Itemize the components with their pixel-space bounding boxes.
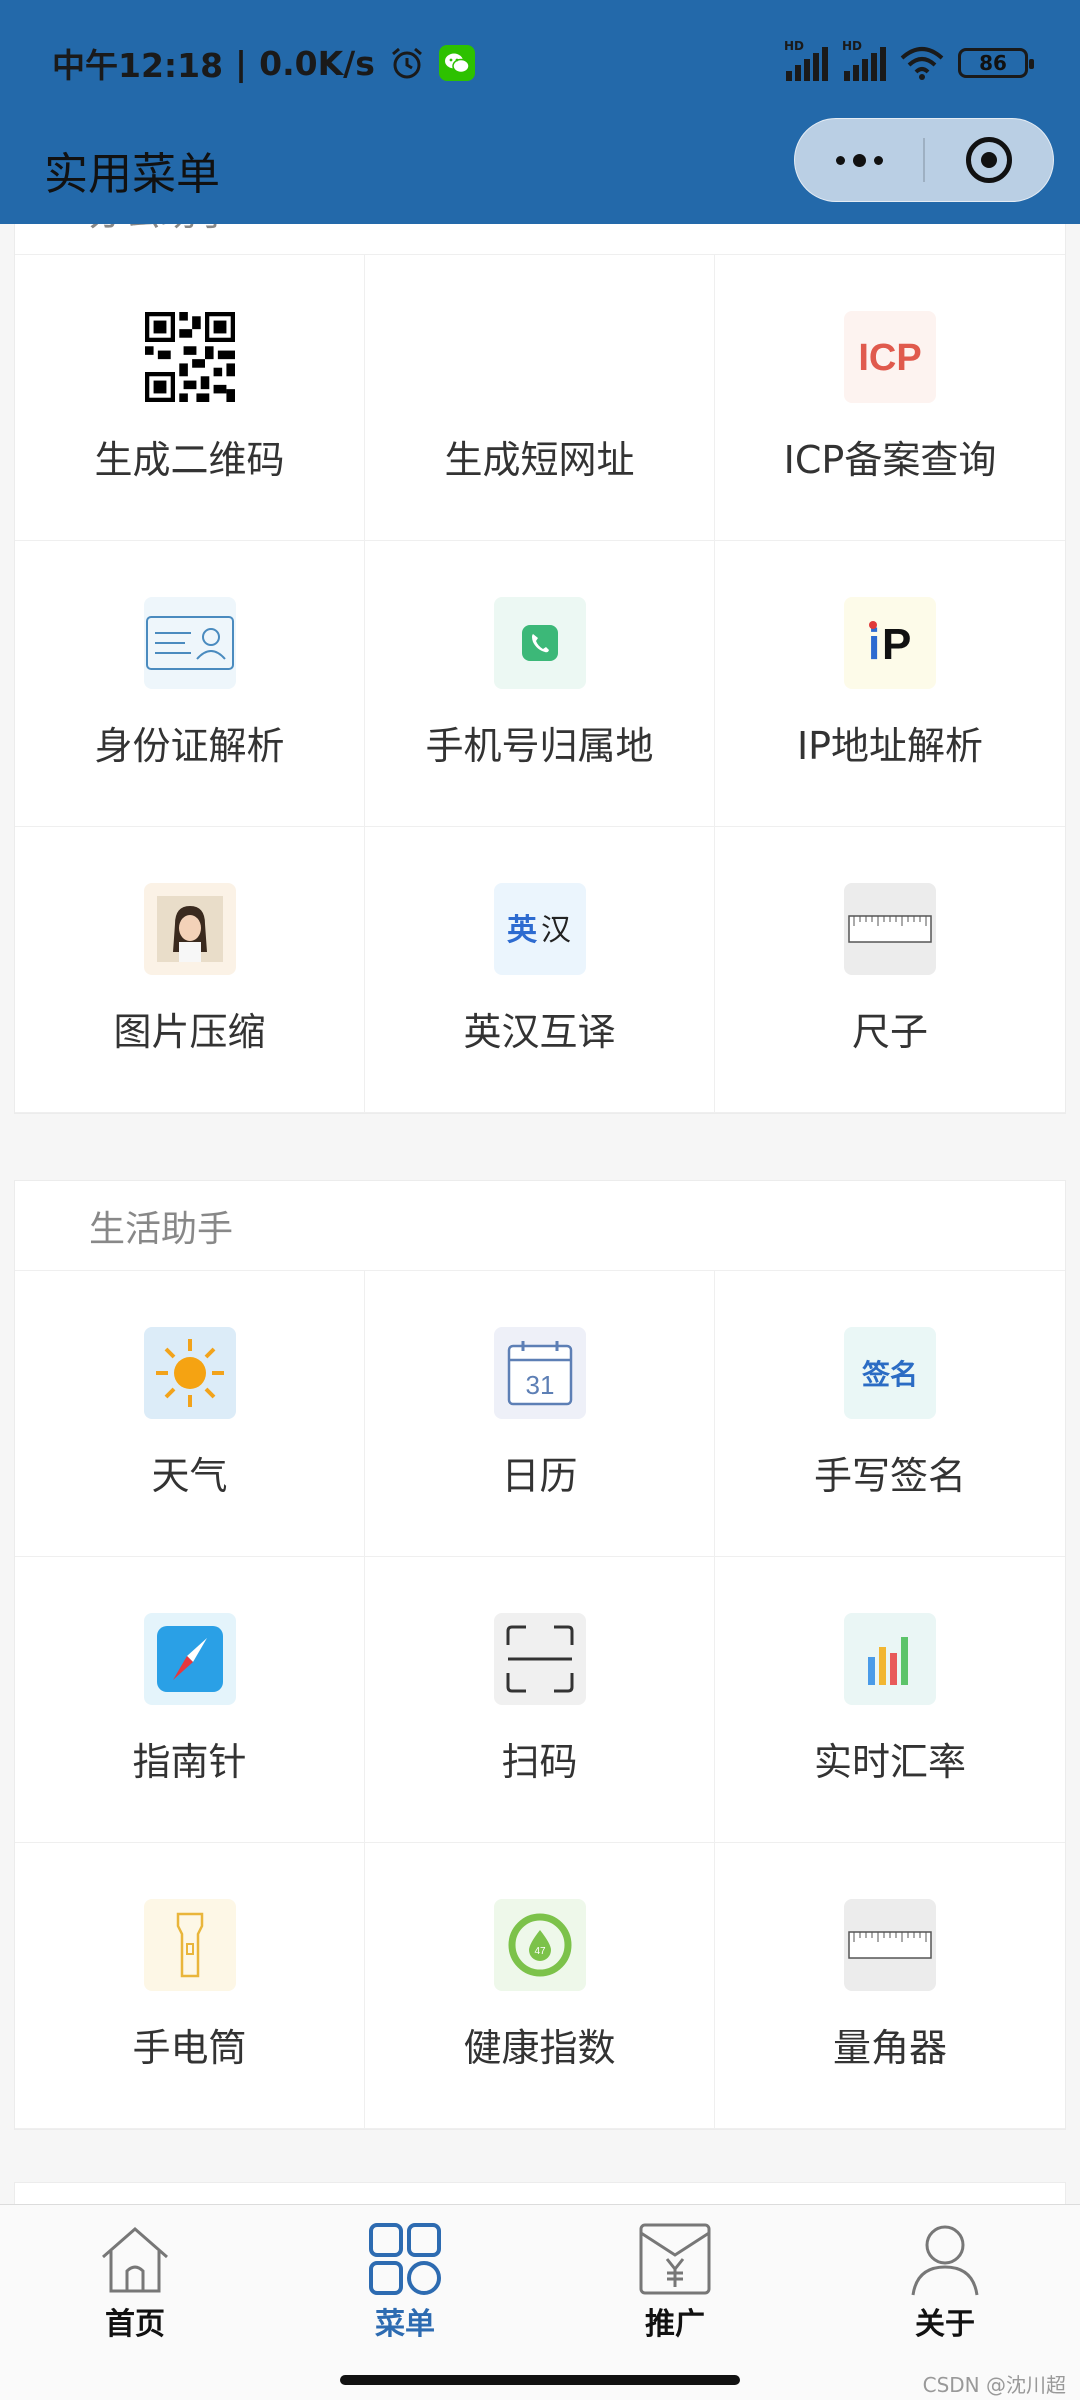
battery-level: 86 [979,51,1007,75]
ip-icon: i P [844,597,936,689]
svg-text:汉: 汉 [541,913,571,948]
menu-item-id-card[interactable]: 身份证解析 [15,541,365,827]
svg-text:47: 47 [534,1946,546,1957]
svg-text:英: 英 [507,913,538,948]
more-button[interactable] [795,119,923,201]
miniprogram-capsule [794,118,1054,202]
section-life: 生活助手 天气 31 日历 签名 手写签名 指南针 扫码 实时汇率 手电筒 47… [14,1180,1066,2130]
sun-icon [143,1327,236,1419]
wechat-icon [438,45,475,81]
menu-item-qrcode[interactable]: 生成二维码 [15,255,365,541]
health-icon: 47 [493,1899,586,1991]
flashlight-icon [143,1899,236,1991]
target-icon [966,137,1012,183]
svg-text:签名: 签名 [862,1358,918,1391]
svg-text:P: P [882,620,911,669]
ruler-icon [844,883,936,975]
menu-item-ip[interactable]: i P IP地址解析 [715,541,1065,827]
bar-chart-icon [844,1613,936,1705]
menu-item-health[interactable]: 47 健康指数 [365,1843,715,2129]
alarm-icon [391,47,422,79]
tab-bar: 首页 菜单 推广 关于 CSDN @沈川超 [0,2204,1080,2400]
menu-item-short-url[interactable]: 生成短网址 [365,255,715,541]
tab-home[interactable]: 首页 [0,2205,270,2345]
menu-item-phone-location[interactable]: 手机号归属地 [365,541,715,827]
signal-icon: HD [784,39,828,81]
section-title: 生活助手 [15,1181,1065,1271]
menu-item-weather[interactable]: 天气 [15,1271,365,1557]
page-title: 实用菜单 [44,149,220,200]
watermark: CSDN @沈川超 [922,2373,1066,2397]
user-icon [911,2225,979,2296]
menu-item-image-compress[interactable]: 图片压缩 [15,827,365,1113]
battery-icon: 86 [958,48,1034,78]
tab-promo[interactable]: 推广 [540,2205,810,2345]
id-card-icon [143,597,236,689]
menu-item-icp[interactable]: ICP ICP备案查询 [715,255,1065,541]
photo-icon [143,883,236,975]
menu-item-flashlight[interactable]: 手电筒 [15,1843,365,2129]
short-url-icon [494,311,586,403]
menu-grid-icon [369,2223,441,2295]
menu-item-protractor[interactable]: 量角器 [715,1843,1065,2129]
menu-item-signature[interactable]: 签名 手写签名 [715,1271,1065,1557]
home-icon [102,2227,168,2293]
svg-text:ICP: ICP [858,337,921,379]
menu-item-exchange-rate[interactable]: 实时汇率 [715,1557,1065,1843]
menu-item-calendar[interactable]: 31 日历 [365,1271,715,1557]
compass-icon [143,1613,236,1705]
protractor-icon [844,1899,936,1991]
section-more [14,2182,1066,2204]
svg-text:31: 31 [525,1370,554,1400]
translate-icon: 英 汉 [493,883,586,975]
signal-icon-2: HD [842,39,886,81]
header: 中午12:18 | 0.0K/s HD HD 86 实用菜单 [0,0,1080,224]
status-time: 中午12:18 [52,46,224,85]
menu-item-translate[interactable]: 英 汉 英汉互译 [365,827,715,1113]
promo-icon [639,2223,711,2295]
close-button[interactable] [925,119,1053,201]
tab-menu[interactable]: 菜单 [270,2205,540,2345]
section-title: 办公助手 [15,224,1065,255]
home-indicator[interactable] [340,2375,740,2385]
menu-item-scan[interactable]: 扫码 [365,1557,715,1843]
calendar-icon: 31 [493,1327,586,1419]
icp-icon: ICP [844,311,936,403]
signature-icon: 签名 [844,1327,936,1419]
status-bar: 中午12:18 | 0.0K/s HD HD 86 [52,38,1034,88]
wifi-icon [900,47,944,80]
menu-content[interactable]: 办公助手 生成二维码 [0,224,1080,2204]
scan-icon [493,1613,586,1705]
network-speed: 0.0K/s [259,43,375,83]
qrcode-icon [144,311,236,403]
menu-item-compass[interactable]: 指南针 [15,1557,365,1843]
section-office: 办公助手 生成二维码 [14,224,1066,1114]
tab-about[interactable]: 关于 [810,2205,1080,2345]
navigation-bar: 实用菜单 [0,118,1080,224]
menu-item-ruler[interactable]: 尺子 [715,827,1065,1113]
phone-icon [493,597,586,689]
